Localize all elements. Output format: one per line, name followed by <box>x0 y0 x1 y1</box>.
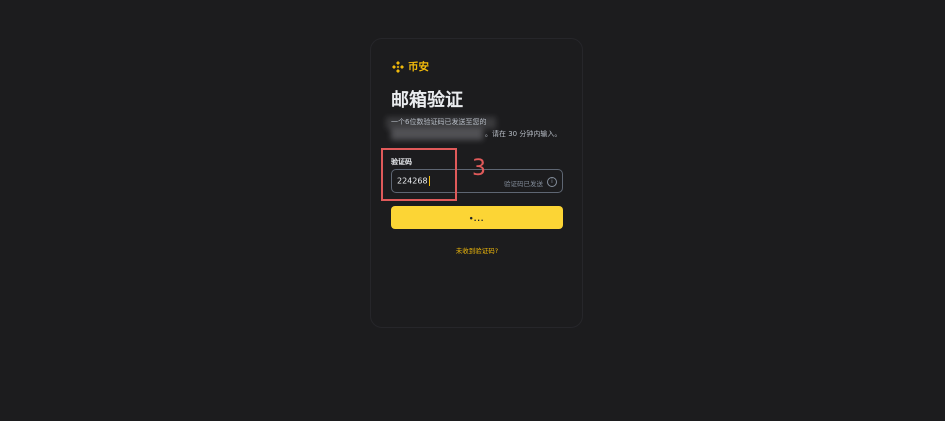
code-sent-status: 验证码已发送 <box>504 180 543 188</box>
description-suffix: 。请在 30 分钟内输入。 <box>485 130 562 138</box>
annotation-step-number: 3 <box>472 156 486 181</box>
description-line-2: 。请在 30 分钟内输入。 <box>391 128 561 140</box>
brand[interactable]: 币安 <box>391 59 429 74</box>
resend-code-link[interactable]: 未收到验证码? <box>391 245 563 255</box>
description-line-1: 一个6位数验证码已发送至您的 <box>391 118 487 126</box>
binance-logo-icon <box>392 60 404 73</box>
submit-button[interactable]: •... <box>391 206 563 229</box>
page-title: 邮箱验证 <box>391 90 463 111</box>
brand-name: 币安 <box>408 61 429 73</box>
info-icon[interactable]: i <box>547 177 557 187</box>
blurred-email <box>391 128 483 140</box>
annotation-highlight-box <box>381 148 457 201</box>
